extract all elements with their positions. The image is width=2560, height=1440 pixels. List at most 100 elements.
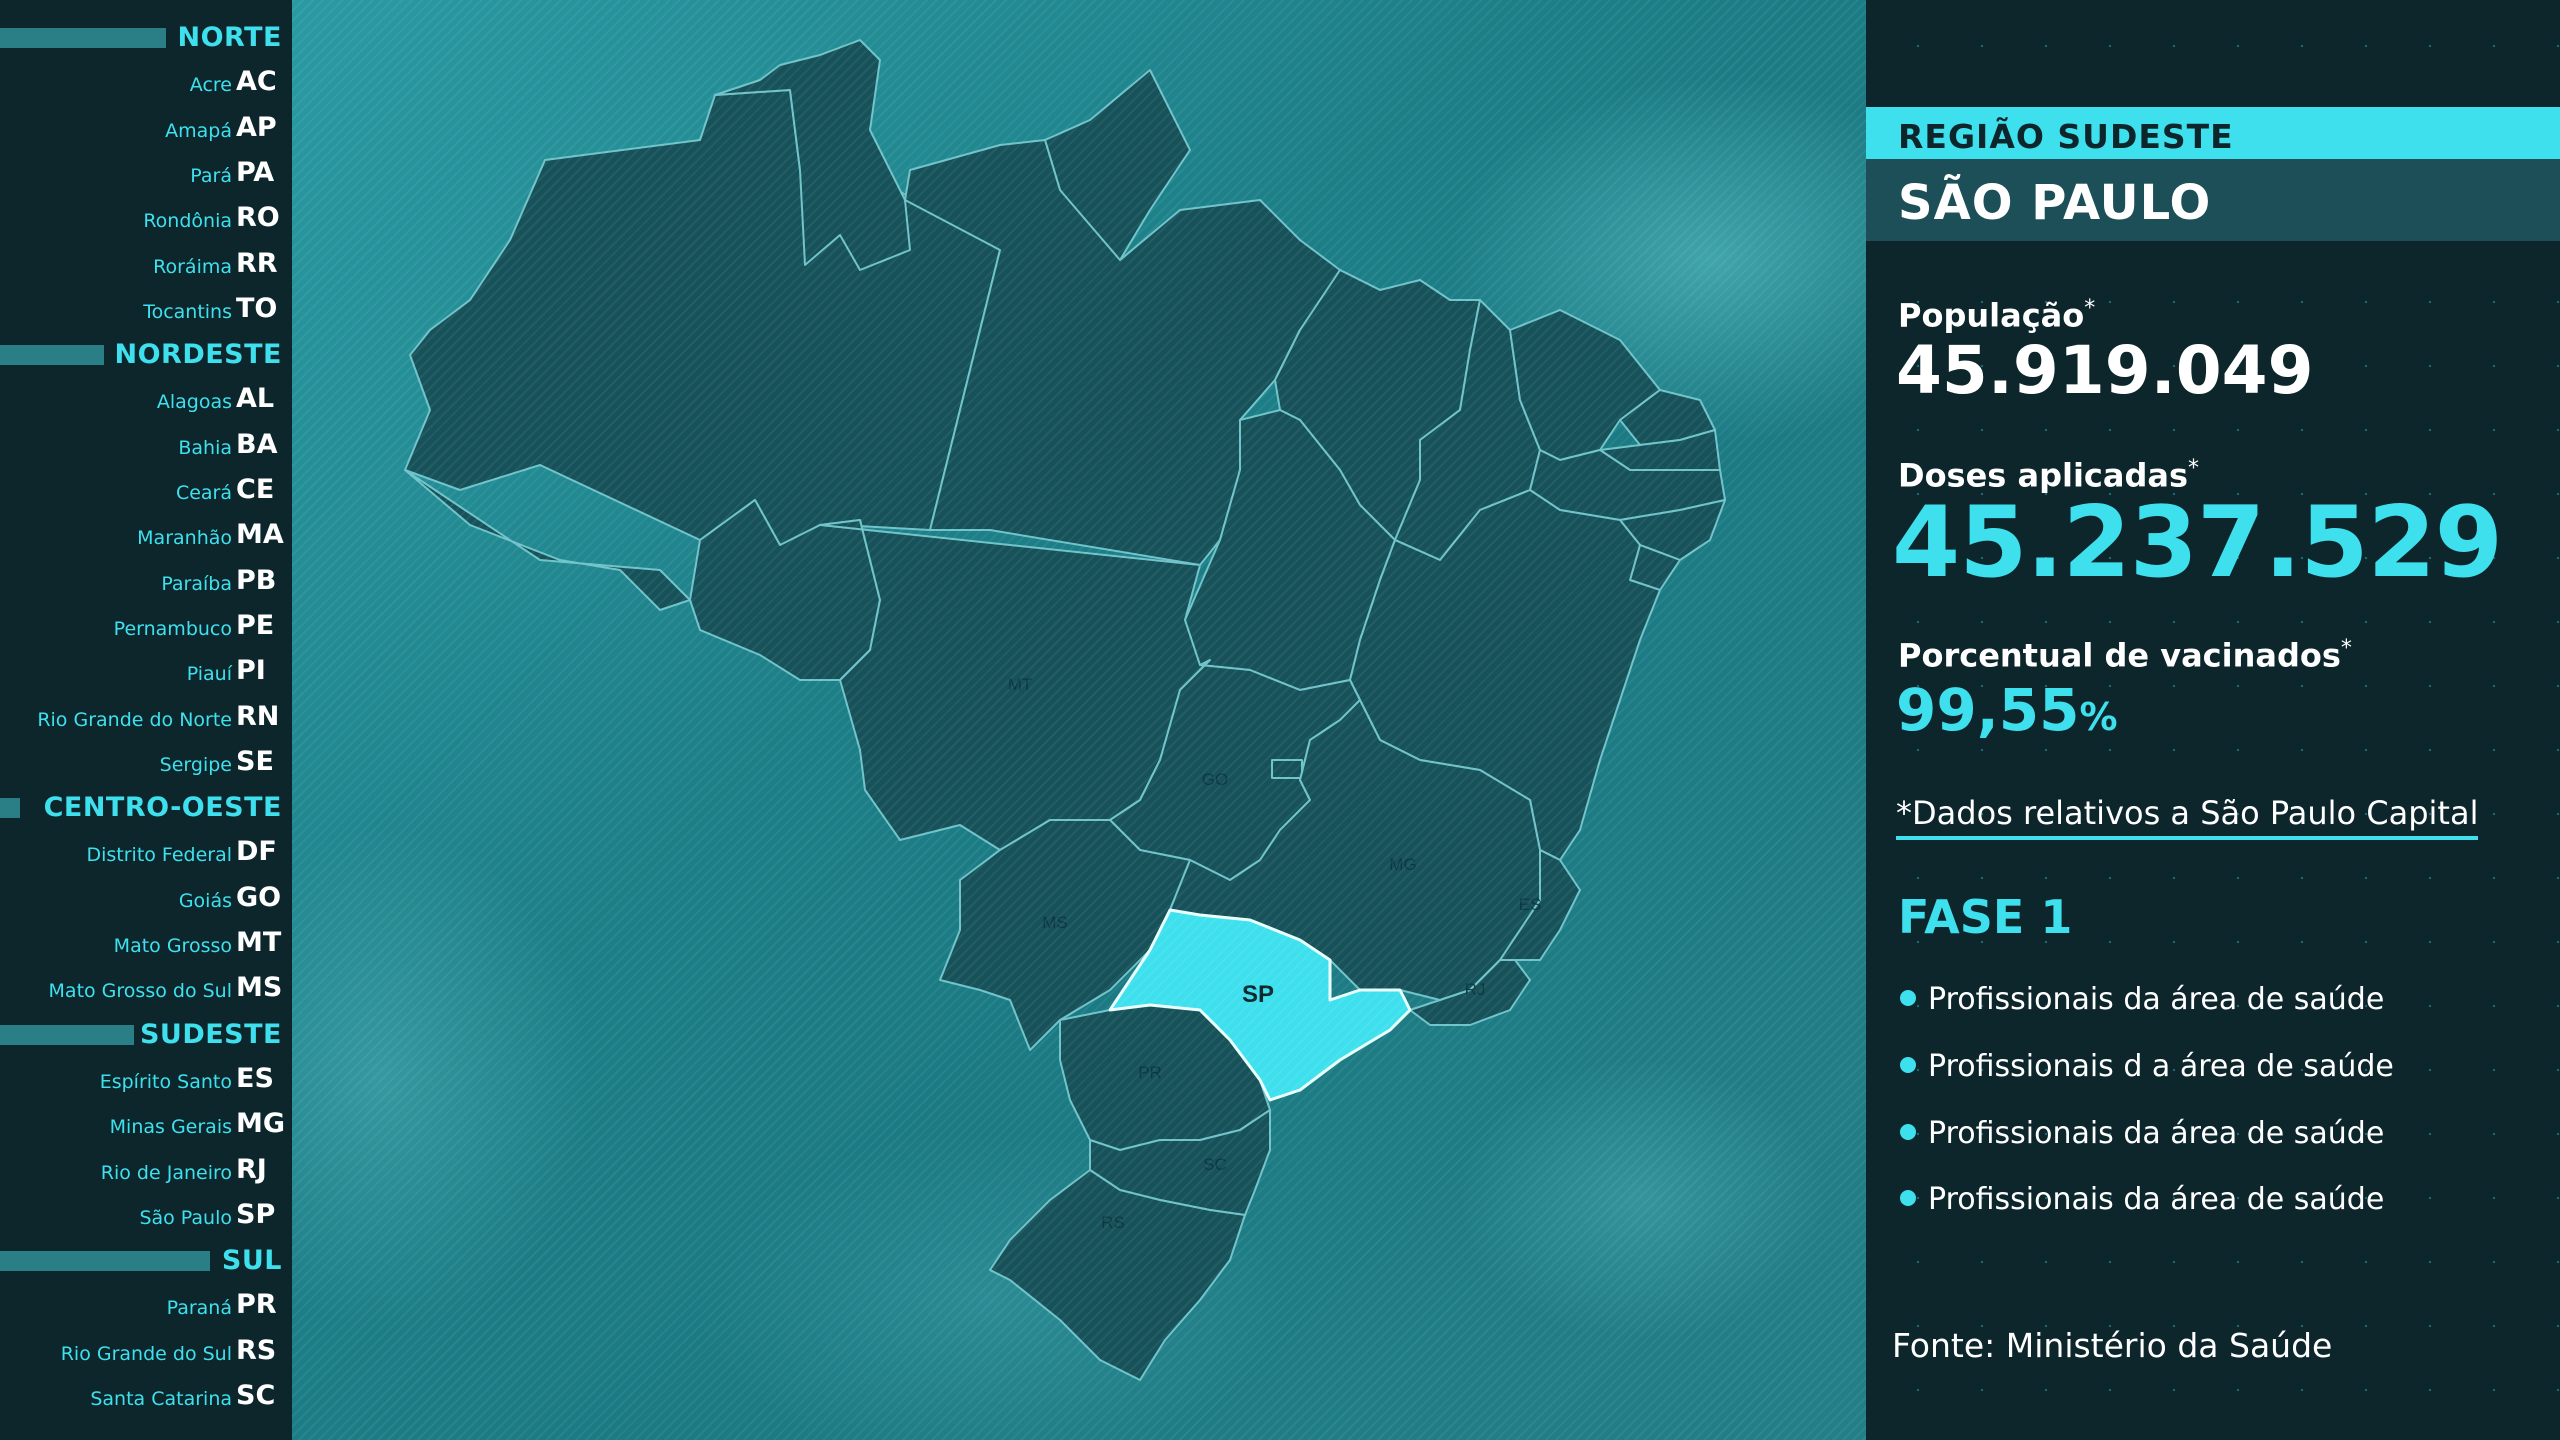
- state-item-pb[interactable]: Paraíba PB: [0, 565, 284, 599]
- state-name: Rondônia: [143, 210, 232, 233]
- bullet-icon: [1900, 989, 1916, 1006]
- region-header[interactable]: NORDESTE: [0, 341, 282, 369]
- region-label: CENTRO-OESTE: [43, 792, 282, 824]
- region-label: SUDESTE: [139, 1018, 282, 1050]
- state-item-pr[interactable]: Paraná PR: [0, 1289, 284, 1323]
- map-label-pr: PR: [1138, 1063, 1162, 1082]
- state-item-ce[interactable]: Ceará CE: [0, 474, 284, 508]
- state-item-df[interactable]: Distrito Federal DF: [0, 836, 284, 870]
- map-label-go: GO: [1202, 770, 1228, 789]
- state-code: PE: [236, 609, 275, 641]
- state-item-pe[interactable]: Pernambuco PE: [0, 610, 284, 644]
- state-item-go[interactable]: Goiás GO: [0, 882, 284, 916]
- map-label-rj: RJ: [1465, 980, 1486, 999]
- state-item-pi[interactable]: Piauí PI: [0, 655, 284, 689]
- state-item-rn[interactable]: Rio Grande do Norte RN: [0, 701, 284, 735]
- state-item-mg[interactable]: Minas Gerais MG: [0, 1108, 286, 1142]
- state-code: TO: [236, 292, 278, 324]
- state-name: Piauí: [186, 663, 232, 686]
- bullet-icon: [1900, 1056, 1916, 1073]
- region-header[interactable]: NORTE: [0, 24, 282, 52]
- state-code: RJ: [236, 1153, 267, 1185]
- percent-value: 99,55%: [1896, 676, 2118, 744]
- state-code: SC: [236, 1380, 276, 1411]
- state-name: Tocantins: [143, 300, 232, 323]
- population-value: 45.919.049: [1896, 332, 2314, 409]
- percent-label: Porcentual de vacinados*: [1898, 636, 2352, 675]
- state-code: ES: [236, 1062, 274, 1094]
- state-item-pa[interactable]: Pará PA: [0, 157, 284, 191]
- state-item-ac[interactable]: Acre AC: [0, 66, 284, 100]
- state-code: BA: [236, 428, 278, 460]
- state-name: Maranhão: [137, 527, 232, 550]
- state-name: Pará: [190, 164, 232, 187]
- map-label-rs: RS: [1101, 1213, 1125, 1232]
- data-note: *Dados relativos a São Paulo Capital: [1896, 794, 2479, 840]
- state-name: Goiás: [178, 889, 232, 912]
- state-name: Rio Grande do Sul: [60, 1342, 232, 1365]
- state-item-rr[interactable]: Roráima RR: [0, 248, 284, 282]
- state-code: PI: [236, 655, 266, 687]
- state-item-mt[interactable]: Mato Grosso MT: [0, 927, 284, 961]
- state-df[interactable]: [1271, 759, 1303, 779]
- phase-item: Profissionais da área de saúde: [1900, 982, 2384, 1017]
- state-item-se[interactable]: Sergipe SE: [0, 746, 284, 780]
- state-am[interactable]: [404, 89, 1001, 546]
- state-item-sc[interactable]: Santa Catarina SC: [0, 1380, 284, 1414]
- state-item-sp[interactable]: São Paulo SP: [0, 1199, 284, 1233]
- state-name: Acre: [189, 74, 232, 97]
- state-code: MS: [236, 972, 283, 1004]
- state-item-al[interactable]: Alagoas AL: [0, 383, 284, 417]
- region-header[interactable]: CENTRO-OESTE: [0, 794, 282, 822]
- state-name: Amapá: [165, 119, 232, 142]
- state-code: GO: [236, 881, 282, 913]
- region-header[interactable]: SUL: [0, 1247, 282, 1275]
- region-header[interactable]: SUDESTE: [0, 1018, 282, 1050]
- state-name: Bahia: [178, 436, 232, 459]
- map-label-sc: SC: [1203, 1155, 1227, 1174]
- state-code: PA: [236, 156, 275, 188]
- state-index: NORTE Acre AC Amapá AP Pará PA Rondônia RO Roráim…: [0, 0, 292, 1440]
- state-code: PB: [236, 564, 277, 596]
- state-item-to[interactable]: Tocantins TO: [0, 293, 284, 327]
- state-code: RO: [236, 202, 280, 234]
- map-label-sp: SP: [1242, 981, 1274, 1008]
- state-item-ba[interactable]: Bahia BA: [0, 429, 284, 463]
- state-code: DF: [236, 836, 277, 868]
- state-item-ap[interactable]: Amapá AP: [0, 112, 284, 146]
- bullet-icon: [1900, 1123, 1916, 1140]
- state-name: Mato Grosso do Sul: [48, 980, 232, 1003]
- state-code: MG: [236, 1108, 286, 1140]
- state-name: Rio Grande do Norte: [37, 708, 232, 731]
- region-bar: [0, 345, 104, 366]
- region-title: REGIÃO SUDESTE: [1898, 117, 2234, 156]
- state-title: SÃO PAULO: [1898, 175, 2212, 231]
- state-item-ro[interactable]: Rondônia RO: [0, 202, 284, 236]
- phase-item: Profissionais da área de saúde: [1900, 1182, 2384, 1217]
- source-text: Fonte: Ministério da Saúde: [1892, 1326, 2333, 1365]
- state-item-es[interactable]: Espírito Santo ES: [0, 1063, 284, 1097]
- state-item-rj[interactable]: Rio de Janeiro RJ: [0, 1154, 284, 1188]
- info-panel: REGIÃO SUDESTE SÃO PAULO População* 45.9…: [1866, 0, 2560, 1440]
- state-code: AP: [236, 111, 277, 143]
- state-banner: SÃO PAULO: [1866, 159, 2560, 241]
- state-item-ms[interactable]: Mato Grosso do Sul MS: [0, 972, 284, 1006]
- region-bar: [0, 1251, 210, 1272]
- state-code: MA: [236, 519, 284, 551]
- state-item-ma[interactable]: Maranhão MA: [0, 519, 284, 553]
- state-item-rs[interactable]: Rio Grande do Sul RS: [0, 1335, 284, 1369]
- phase-title: FASE 1: [1898, 890, 2073, 944]
- state-name: Mato Grosso: [113, 935, 232, 957]
- state-name: Ceará: [175, 482, 232, 504]
- state-code: RN: [236, 700, 280, 732]
- map-label-es: ES: [1519, 895, 1542, 914]
- bullet-icon: [1900, 1189, 1916, 1206]
- state-name: São Paulo: [139, 1206, 232, 1229]
- region-banner: REGIÃO SUDESTE: [1866, 107, 2560, 159]
- state-code: RR: [236, 247, 278, 279]
- state-name: Paraná: [166, 1297, 232, 1320]
- region-label: NORDESTE: [114, 339, 282, 371]
- state-name: Rio de Janeiro: [100, 1161, 232, 1184]
- map-label-mg: MG: [1389, 855, 1416, 874]
- state-name: Santa Catarina: [90, 1388, 232, 1410]
